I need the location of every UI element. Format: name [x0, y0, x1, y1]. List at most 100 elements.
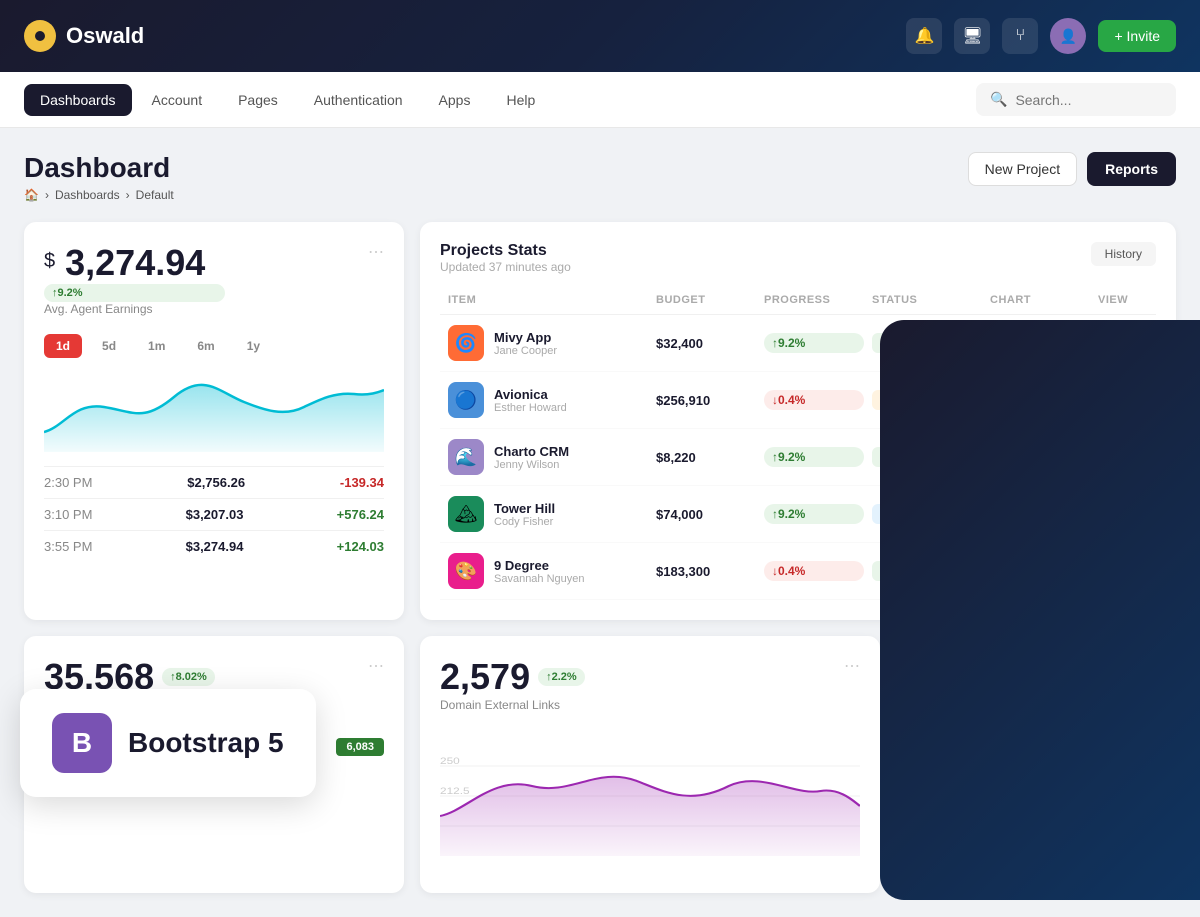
- logo-area: Oswald: [24, 20, 144, 52]
- canada-value: 6,083: [336, 738, 384, 756]
- breadcrumb: 🏠 › Dashboards › Default: [24, 188, 174, 202]
- projects-subtitle: Updated 37 minutes ago: [440, 260, 571, 274]
- nav-dashboards[interactable]: Dashboards: [24, 84, 132, 116]
- change-3: +124.03: [337, 539, 384, 554]
- time-2: 3:10 PM: [44, 507, 92, 522]
- earnings-value: 3,274.94: [65, 242, 205, 283]
- amount-1: $2,756.26: [187, 475, 245, 490]
- organic-menu-icon[interactable]: ⋯: [368, 656, 384, 676]
- reports-button[interactable]: Reports: [1087, 152, 1176, 186]
- item-user-charto: Jenny Wilson: [494, 459, 569, 471]
- filter-1m[interactable]: 1m: [136, 334, 177, 358]
- nav-help[interactable]: Help: [490, 84, 551, 116]
- item-tower: 🏔 Tower Hill Cody Fisher: [448, 496, 648, 532]
- top-actions: 🔔 🖥 ⑂ 👤 + Invite: [906, 18, 1176, 54]
- nav-authentication[interactable]: Authentication: [298, 84, 419, 116]
- search-input[interactable]: [1015, 92, 1155, 108]
- app-name: Oswald: [66, 23, 144, 49]
- svg-text:212.5: 212.5: [440, 786, 470, 796]
- filter-1d[interactable]: 1d: [44, 334, 82, 358]
- item-info-charto: Charto CRM Jenny Wilson: [494, 444, 569, 471]
- organic-badge: ↑8.02%: [162, 668, 215, 686]
- item-user-tower: Cody Fisher: [494, 516, 555, 528]
- col-chart: CHART: [990, 294, 1090, 306]
- item-name-9degree: 9 Degree: [494, 558, 585, 573]
- dollar-sign: $: [44, 250, 55, 273]
- budget-tower: $74,000: [656, 507, 756, 522]
- earnings-menu-icon[interactable]: ⋯: [368, 242, 384, 262]
- item-icon-tower: 🏔: [448, 496, 484, 532]
- projects-title-area: Projects Stats Updated 37 minutes ago: [440, 242, 571, 290]
- domain-badge: ↑2.2%: [538, 668, 585, 686]
- invite-button[interactable]: + Invite: [1098, 20, 1176, 52]
- domain-number: 2,579 ↑2.2%: [440, 656, 585, 698]
- history-button[interactable]: History: [1091, 242, 1156, 266]
- budget-charto: $8,220: [656, 450, 756, 465]
- monitor-icon[interactable]: 🖥: [954, 18, 990, 54]
- domain-chart: 250 212.5: [440, 736, 860, 856]
- item-9degree: 🎨 9 Degree Savannah Nguyen: [448, 553, 648, 589]
- time-filters: 1d 5d 1m 6m 1y: [44, 334, 384, 358]
- filter-1y[interactable]: 1y: [235, 334, 272, 358]
- progress-tower: ↑9.2%: [764, 504, 864, 524]
- earnings-amount-area: $ 3,274.94 ↑9.2% Avg. Agent Earnings: [44, 242, 225, 330]
- earnings-card: $ 3,274.94 ↑9.2% Avg. Agent Earnings ⋯ 1…: [24, 222, 404, 620]
- budget-avionica: $256,910: [656, 393, 756, 408]
- item-user-9degree: Savannah Nguyen: [494, 573, 585, 585]
- notifications-icon[interactable]: 🔔: [906, 18, 942, 54]
- earnings-row-3: 3:55 PM $3,274.94 +124.03: [44, 530, 384, 562]
- table-header: ITEM BUDGET PROGRESS STATUS CHART VIEW: [440, 294, 1156, 315]
- header-buttons: New Project Reports: [968, 152, 1176, 186]
- item-info-9degree: 9 Degree Savannah Nguyen: [494, 558, 585, 585]
- item-avionica: 🔵 Avionica Esther Howard: [448, 382, 648, 418]
- projects-title: Projects Stats: [440, 242, 571, 260]
- earnings-chart: [44, 372, 384, 452]
- amount-3: $3,274.94: [186, 539, 244, 554]
- item-icon-charto: 🌊: [448, 439, 484, 475]
- projects-header: Projects Stats Updated 37 minutes ago Hi…: [440, 242, 1156, 290]
- item-icon-mivy: 🌀: [448, 325, 484, 361]
- domain-number-area: 2,579 ↑2.2% Domain External Links: [440, 656, 585, 726]
- earnings-row-2: 3:10 PM $3,207.03 +576.24: [44, 498, 384, 530]
- nav-apps[interactable]: Apps: [423, 84, 487, 116]
- item-icon-avionica: 🔵: [448, 382, 484, 418]
- breadcrumb-sep2: ›: [126, 188, 130, 202]
- item-user-avionica: Esther Howard: [494, 402, 567, 414]
- breadcrumb-home-icon: 🏠: [24, 188, 39, 202]
- change-2: +576.24: [337, 507, 384, 522]
- bootstrap-overlay: B Bootstrap 5: [20, 689, 316, 797]
- budget-9degree: $183,300: [656, 564, 756, 579]
- avatar[interactable]: 👤: [1050, 18, 1086, 54]
- nav-pages[interactable]: Pages: [222, 84, 294, 116]
- progress-9degree: ↓0.4%: [764, 561, 864, 581]
- progress-avionica: ↓0.4%: [764, 390, 864, 410]
- item-name-tower: Tower Hill: [494, 501, 555, 516]
- time-1: 2:30 PM: [44, 475, 92, 490]
- col-progress: PROGRESS: [764, 294, 864, 306]
- filter-5d[interactable]: 5d: [90, 334, 128, 358]
- dark-overlay: [880, 320, 1200, 900]
- breadcrumb-sep1: ›: [45, 188, 49, 202]
- amount-2: $3,207.03: [186, 507, 244, 522]
- item-charto: 🌊 Charto CRM Jenny Wilson: [448, 439, 648, 475]
- item-info-avionica: Avionica Esther Howard: [494, 387, 567, 414]
- progress-charto: ↑9.2%: [764, 447, 864, 467]
- item-name-avionica: Avionica: [494, 387, 567, 402]
- page-header: Dashboard 🏠 › Dashboards › Default New P…: [24, 152, 1176, 202]
- share-icon[interactable]: ⑂: [1002, 18, 1038, 54]
- nav-account[interactable]: Account: [136, 84, 219, 116]
- filter-6m[interactable]: 6m: [185, 334, 226, 358]
- col-status: STATUS: [872, 294, 982, 306]
- logo-icon: [24, 20, 56, 52]
- item-name-charto: Charto CRM: [494, 444, 569, 459]
- domain-menu-icon[interactable]: ⋯: [844, 656, 860, 676]
- breadcrumb-default: Default: [136, 188, 174, 202]
- breadcrumb-dashboards[interactable]: Dashboards: [55, 188, 120, 202]
- new-project-button[interactable]: New Project: [968, 152, 1077, 186]
- item-user-mivy: Jane Cooper: [494, 345, 557, 357]
- secondary-nav: Dashboards Account Pages Authentication …: [0, 72, 1200, 128]
- col-view: VIEW: [1098, 294, 1148, 306]
- bootstrap-icon: B: [52, 713, 112, 773]
- domain-card: 2,579 ↑2.2% Domain External Links ⋯: [420, 636, 880, 893]
- change-1: -139.34: [340, 475, 384, 490]
